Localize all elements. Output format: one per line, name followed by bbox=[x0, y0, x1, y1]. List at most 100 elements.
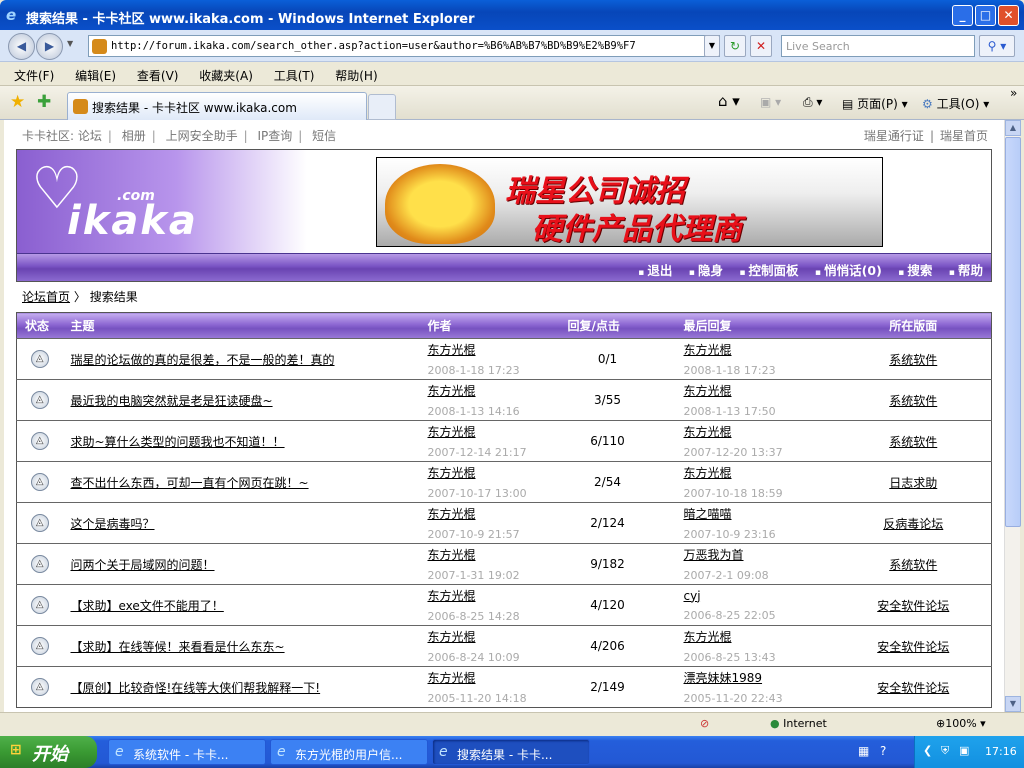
forum-link[interactable]: 反病毒论坛 bbox=[883, 517, 943, 531]
topic-link[interactable]: 【原创】比较奇怪!在线等大侠们帮我解释一下! bbox=[71, 681, 321, 695]
search-button[interactable]: ⚲ ▾ bbox=[979, 35, 1015, 57]
author-link[interactable]: 东方光棍 bbox=[428, 384, 476, 398]
stop-button[interactable]: ✕ bbox=[750, 35, 772, 57]
col-last-reply: 最后回复 bbox=[675, 312, 836, 339]
last-reply-user-link[interactable]: 东方光棍 bbox=[684, 630, 732, 644]
nav-logout[interactable]: 退出 bbox=[638, 263, 672, 278]
security-shield-icon[interactable]: ⛨ bbox=[941, 744, 949, 758]
close-button[interactable]: ✕ bbox=[998, 5, 1019, 26]
task-label: 系统软件 - 卡卡... bbox=[133, 748, 229, 762]
new-tab-button[interactable] bbox=[368, 94, 396, 120]
topic-link[interactable]: 查不出什么东西，可却一直有个网页在跳！~ bbox=[71, 476, 309, 490]
menu-favorites[interactable]: 收藏夹(A) bbox=[199, 69, 253, 83]
author-link[interactable]: 东方光棍 bbox=[428, 507, 476, 521]
ad-banner[interactable]: 瑞星公司诚招 硬件产品代理商 bbox=[376, 157, 883, 247]
menu-tools[interactable]: 工具(T) bbox=[274, 69, 315, 83]
print-icon[interactable]: ⎙ ▾ bbox=[803, 95, 822, 110]
minimize-button[interactable]: _ bbox=[952, 5, 973, 26]
privacy-icon[interactable]: ⊘ bbox=[700, 717, 709, 730]
history-dropdown-icon[interactable]: ▼ bbox=[67, 39, 73, 48]
last-reply-user-link[interactable]: 东方光棍 bbox=[684, 384, 732, 398]
toplink-passport[interactable]: 瑞星通行证 bbox=[864, 129, 924, 143]
address-dropdown-button[interactable]: ▼ bbox=[704, 35, 720, 57]
topic-link[interactable]: 最近我的电脑突然就是老是狂读硬盘~ bbox=[71, 394, 273, 408]
nav-invisible[interactable]: 隐身 bbox=[689, 263, 723, 278]
chevron-more-icon[interactable]: » bbox=[1010, 86, 1017, 100]
page-menu[interactable]: ▤ 页面(P) ▾ bbox=[842, 95, 908, 112]
help-icon[interactable]: ? bbox=[880, 744, 886, 758]
scroll-thumb[interactable] bbox=[1005, 137, 1021, 527]
toplink-ip[interactable]: IP查询 bbox=[258, 129, 293, 143]
scroll-up-button[interactable]: ▲ bbox=[1005, 120, 1021, 136]
breadcrumb-home[interactable]: 论坛首页 bbox=[22, 290, 70, 304]
scroll-down-button[interactable]: ▼ bbox=[1005, 696, 1021, 712]
ikaka-logo[interactable]: ♡ .com ikaka bbox=[17, 150, 307, 253]
author-link[interactable]: 东方光棍 bbox=[428, 343, 476, 357]
home-icon[interactable]: ⌂ ▾ bbox=[718, 92, 740, 110]
refresh-button[interactable]: ↻ bbox=[724, 35, 746, 57]
nav-messages[interactable]: 悄悄话(0) bbox=[815, 263, 882, 278]
author-link[interactable]: 东方光棍 bbox=[428, 589, 476, 603]
author-link[interactable]: 东方光棍 bbox=[428, 548, 476, 562]
author-link[interactable]: 东方光棍 bbox=[428, 466, 476, 480]
last-reply-user-link[interactable]: 东方光棍 bbox=[684, 466, 732, 480]
favorites-star-icon[interactable]: ★ bbox=[10, 92, 25, 112]
forum-link[interactable]: 系统软件 bbox=[889, 435, 937, 449]
network-icon[interactable]: ▣ bbox=[959, 744, 969, 757]
last-reply-user-link[interactable]: 东方光棍 bbox=[684, 343, 732, 357]
nav-help[interactable]: 帮助 bbox=[949, 263, 983, 278]
zoom-control[interactable]: ⊕100% ▾ bbox=[936, 717, 986, 730]
last-reply-user-link[interactable]: cyj bbox=[684, 589, 701, 603]
menu-view[interactable]: 查看(V) bbox=[137, 69, 179, 83]
forum-link[interactable]: 安全软件论坛 bbox=[877, 599, 949, 613]
last-reply-user-link[interactable]: 暗之喵喵 bbox=[684, 507, 732, 521]
address-input[interactable]: http://forum.ikaka.com/search_other.asp?… bbox=[88, 35, 720, 57]
forum-link[interactable]: 安全软件论坛 bbox=[877, 681, 949, 695]
tab-search-results[interactable]: 搜索结果 - 卡卡社区 www.ikaka.com bbox=[67, 92, 367, 120]
last-reply-user-link[interactable]: 漂亮妹妹1989 bbox=[684, 671, 763, 685]
last-reply-user-link[interactable]: 万恶我为首 bbox=[684, 548, 744, 562]
topic-link[interactable]: 这个是病毒吗？ bbox=[71, 517, 155, 531]
topic-link[interactable]: 问两个关于局域网的问题！ bbox=[71, 558, 215, 572]
toplink-assistant[interactable]: 上网安全助手 bbox=[166, 129, 238, 143]
forum-link[interactable]: 系统软件 bbox=[889, 394, 937, 408]
toplink-sms[interactable]: 短信 bbox=[312, 129, 336, 143]
taskbar-item-system-software[interactable]: e 系统软件 - 卡卡... bbox=[108, 739, 266, 765]
last-reply-cell: cyj 2006-8-25 22:05 bbox=[675, 584, 836, 626]
author-link[interactable]: 东方光棍 bbox=[428, 671, 476, 685]
table-row: ◬ 查不出什么东西，可却一直有个网页在跳！~ 东方光棍 2007-10-17 13:0… bbox=[16, 461, 992, 503]
keyboard-icon[interactable]: ▦ bbox=[858, 744, 869, 758]
topic-link[interactable]: 瑞星的论坛做的真的是很差，不是一般的差！真的 bbox=[71, 353, 335, 367]
forward-button[interactable]: ▶ bbox=[36, 33, 63, 60]
topic-link[interactable]: 求助~算什么类型的问题我也不知道！！ bbox=[71, 435, 285, 449]
forum-link[interactable]: 日志求助 bbox=[889, 476, 937, 490]
topic-link[interactable]: 【求助】在线等候！来看看是什么东东~ bbox=[71, 640, 285, 654]
vertical-scrollbar[interactable]: ▲ ▼ bbox=[1004, 120, 1021, 712]
author-link[interactable]: 东方光棍 bbox=[428, 630, 476, 644]
taskbar-item-search-results[interactable]: e 搜索结果 - 卡卡... bbox=[432, 739, 590, 765]
start-button[interactable]: ⊞ 开始 bbox=[0, 736, 97, 768]
add-favorite-icon[interactable]: ✚ bbox=[37, 92, 51, 112]
back-button[interactable]: ◀ bbox=[8, 33, 35, 60]
toplink-album[interactable]: 相册 bbox=[122, 129, 146, 143]
menu-help[interactable]: 帮助(H) bbox=[335, 69, 377, 83]
feeds-icon[interactable]: ▣ ▾ bbox=[760, 95, 781, 109]
address-text: http://forum.ikaka.com/search_other.asp?… bbox=[111, 40, 636, 52]
live-search-input[interactable]: Live Search bbox=[781, 35, 975, 57]
menu-file[interactable]: 文件(F) bbox=[14, 69, 54, 83]
toplink-rising-home[interactable]: 瑞星首页 bbox=[940, 129, 988, 143]
author-link[interactable]: 东方光棍 bbox=[428, 425, 476, 439]
topic-link[interactable]: 【求助】exe文件不能用了！ bbox=[71, 599, 224, 613]
forum-link[interactable]: 系统软件 bbox=[889, 353, 937, 367]
nav-search[interactable]: 搜索 bbox=[898, 263, 932, 278]
tools-menu[interactable]: ⚙ 工具(O) ▾ bbox=[922, 95, 989, 112]
tray-expand-icon[interactable]: ❮ bbox=[923, 744, 932, 757]
taskbar-item-user-info[interactable]: e 东方光棍的用户信... bbox=[270, 739, 428, 765]
maximize-button[interactable]: □ bbox=[975, 5, 996, 26]
toplink-forum[interactable]: 卡卡社区: 论坛 bbox=[22, 129, 102, 143]
forum-link[interactable]: 系统软件 bbox=[889, 558, 937, 572]
nav-control-panel[interactable]: 控制面板 bbox=[739, 263, 798, 278]
forum-link[interactable]: 安全软件论坛 bbox=[877, 640, 949, 654]
last-reply-user-link[interactable]: 东方光棍 bbox=[684, 425, 732, 439]
menu-edit[interactable]: 编辑(E) bbox=[75, 69, 116, 83]
